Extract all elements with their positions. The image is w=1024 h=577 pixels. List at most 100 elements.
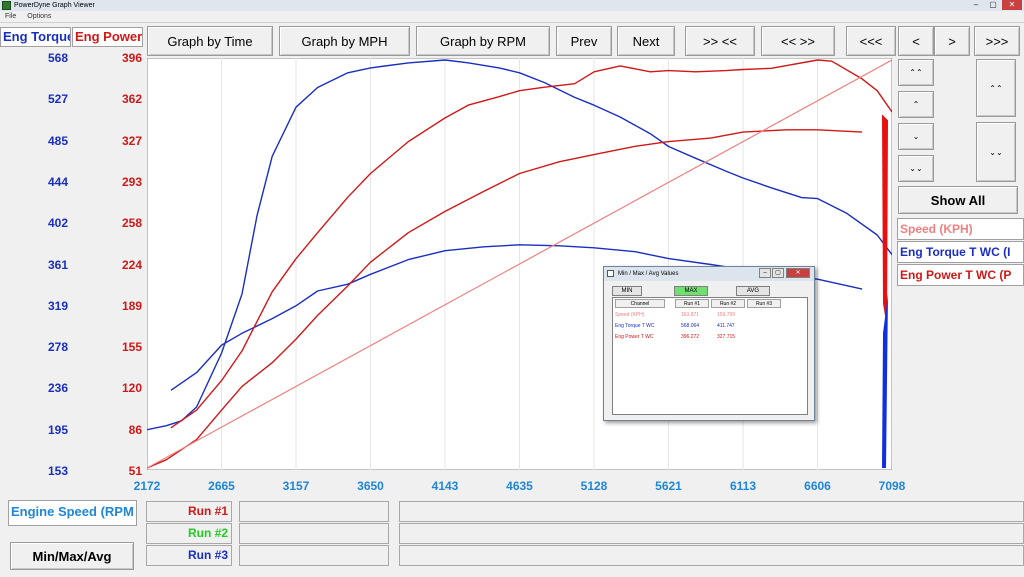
x-tick-label: 3650 — [357, 479, 384, 493]
run-2-info-field — [239, 523, 389, 544]
show-all-button[interactable]: Show All — [898, 186, 1018, 214]
x-tick-label: 6113 — [729, 479, 757, 493]
x-tick-label: 5621 — [655, 479, 682, 493]
axis-up-button[interactable]: ⌃⌃ — [976, 59, 1016, 117]
col-header-run2: Run #2 — [711, 299, 745, 308]
power-tick-label: 224 — [121, 257, 142, 272]
close-icon[interactable]: ✕ — [1002, 0, 1022, 10]
graph-by-rpm-button[interactable]: Graph by RPM — [416, 26, 550, 56]
axis-down-button[interactable]: ⌄⌄ — [976, 122, 1016, 182]
scroll-last-button[interactable]: >>> — [974, 26, 1020, 56]
torque-tick-label: 444 — [47, 174, 68, 189]
dialog-title: Min / Max / Avg Values — [618, 271, 679, 277]
col-header-run1: Run #1 — [675, 299, 709, 308]
run-3-label: Run #3 — [146, 545, 232, 566]
dialog-avg-button[interactable]: AVG — [736, 286, 770, 296]
run-3-info-field — [239, 545, 389, 566]
x-axis-label: Engine Speed (RPM — [8, 500, 137, 526]
torque-tick-label: 236 — [47, 381, 68, 396]
min-max-avg-dialog[interactable]: Min / Max / Avg Values – ▢ ✕ MIN MAX AVG… — [603, 266, 815, 421]
power-tick-label: 396 — [121, 51, 142, 65]
scroll-left-button[interactable]: < — [898, 26, 934, 56]
dialog-min-button[interactable]: MIN — [612, 286, 642, 296]
graph-by-mph-button[interactable]: Graph by MPH — [279, 26, 410, 56]
scroll-down-fast-button[interactable]: ⌄⌄ — [898, 155, 934, 182]
minimize-icon[interactable]: – — [968, 0, 984, 10]
run-1-label: Run #1 — [146, 501, 232, 522]
power-tick-label: 258 — [121, 216, 142, 231]
torque-tick-label: 402 — [47, 216, 68, 231]
row-power-channel: Eng Power T WC — [615, 334, 654, 340]
dialog-close-icon[interactable]: ✕ — [786, 268, 810, 278]
torque-tick-label: 361 — [47, 257, 68, 272]
menu-file[interactable]: File — [5, 13, 16, 20]
power-tick-label: 120 — [121, 381, 142, 396]
power-axis-label: Eng Power — [72, 27, 143, 47]
zoom-out-button[interactable]: << >> — [761, 26, 835, 56]
scroll-first-button[interactable]: <<< — [846, 26, 896, 56]
maximize-icon[interactable]: ▢ — [985, 0, 1001, 10]
torque-axis-label: Eng Torque — [0, 27, 71, 47]
run-2-text: Run #2 — [187, 526, 228, 540]
run-2-detail-field — [399, 523, 1024, 544]
dialog-app-icon — [607, 270, 614, 277]
row-torque-run1: 568.064 — [681, 323, 700, 329]
legend-speed[interactable]: Speed (KPH) — [897, 218, 1024, 240]
run-2-label: Run #2 — [146, 523, 232, 544]
row-torque-channel: Eng Torque T WC — [615, 323, 655, 329]
row-power-run2: 327.715 — [717, 334, 736, 340]
window-title: PowerDyne Graph Viewer — [14, 2, 95, 9]
power-tick-label: 327 — [121, 133, 142, 148]
row-speed-channel: Speed (KPH) — [615, 312, 645, 318]
torque-tick-label: 153 — [47, 464, 68, 478]
run-1-info-field — [239, 501, 389, 522]
x-tick-label: 5128 — [580, 479, 608, 493]
x-tick-label: 6606 — [804, 479, 831, 493]
zoom-in-button[interactable]: >> << — [685, 26, 755, 56]
scroll-up-button[interactable]: ⌃ — [898, 91, 934, 118]
menu-bar: File Options — [0, 11, 1024, 23]
row-torque-run2: 411.747 — [717, 323, 735, 329]
torque-tick-label: 527 — [47, 92, 68, 107]
torque-tick-label: 278 — [47, 340, 68, 355]
x-tick-label: 4635 — [506, 479, 533, 493]
dialog-maximize-icon[interactable]: ▢ — [772, 268, 784, 278]
run-1-text: Run #1 — [187, 504, 228, 518]
x-tick-label: 3157 — [282, 479, 310, 493]
run-3-text: Run #3 — [187, 548, 228, 562]
col-header-run3: Run #3 — [747, 299, 781, 308]
menu-options[interactable]: Options — [27, 13, 51, 20]
torque-tick-label: 568 — [47, 51, 68, 65]
next-button[interactable]: Next — [617, 26, 675, 56]
legend-power[interactable]: Eng Power T WC (P — [897, 264, 1024, 286]
scroll-up-fast-button[interactable]: ⌃⌃ — [898, 59, 934, 86]
x-tick-label: 2665 — [208, 479, 235, 493]
power-tick-label: 293 — [121, 174, 142, 189]
dialog-minimize-icon[interactable]: – — [759, 268, 771, 278]
col-header-channel: Channel — [615, 299, 665, 308]
x-tick-label: 4143 — [431, 479, 459, 493]
x-tick-label: 2172 — [133, 479, 161, 493]
power-tick-label: 155 — [121, 340, 142, 355]
scroll-right-button[interactable]: > — [934, 26, 970, 56]
power-tick-label: 51 — [128, 464, 142, 478]
power-tick-label: 86 — [128, 422, 142, 437]
row-speed-run2: 159.799 — [717, 312, 736, 318]
torque-tick-label: 195 — [47, 422, 68, 437]
legend-torque[interactable]: Eng Torque T WC (I — [897, 241, 1024, 263]
torque-tick-label: 319 — [47, 298, 68, 313]
power-tick-label: 362 — [121, 92, 142, 107]
prev-button[interactable]: Prev — [556, 26, 612, 56]
graph-by-time-button[interactable]: Graph by Time — [147, 26, 273, 56]
torque-tick-label: 485 — [47, 133, 68, 148]
min-max-avg-button[interactable]: Min/Max/Avg — [10, 542, 134, 570]
scroll-down-button[interactable]: ⌄ — [898, 123, 934, 150]
power-tick-label: 189 — [121, 298, 142, 313]
dialog-values-table: Channel Run #1 Run #2 Run #3 Speed (KPH)… — [612, 297, 808, 415]
dialog-max-button[interactable]: MAX — [674, 286, 708, 296]
app-icon — [2, 1, 11, 10]
row-speed-run1: 163.871 — [681, 312, 700, 318]
run-1-detail-field — [399, 501, 1024, 522]
run-3-detail-field — [399, 545, 1024, 566]
x-tick-label: 7098 — [878, 479, 906, 493]
